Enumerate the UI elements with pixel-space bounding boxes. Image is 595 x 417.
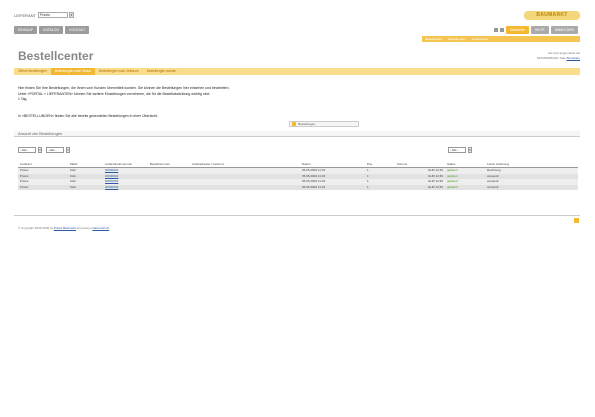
section-header: Ansicht der Bestellungen [14,131,580,137]
footer-link-datenschutz[interactable]: Datenschutz [92,226,109,230]
filter-select-1[interactable]: - Alle - [18,147,36,153]
nav-einkauf[interactable]: EINKAUF [14,25,38,34]
orders-table: Lieferant Markt Lieferscheinnummer Beste… [18,162,578,190]
bestellungen-button[interactable]: Bestellungen [289,121,359,127]
tab-offene-bestellungen[interactable]: Offene Bestellungen [14,68,51,75]
nav-katalog[interactable]: KATALOG [39,25,64,34]
sub-nav: Bestellcenter Bestellungen Lieferschein [422,36,580,42]
nav-hilfe[interactable]: HILFE [530,25,549,34]
table-cell[interactable]: 00090004 [103,184,148,190]
arrow-icon [292,122,296,126]
footer-impressum[interactable]: Impressum [77,226,92,230]
brand-logo[interactable]: BAUMARKT [524,10,580,20]
footer-copyright: © Copyright 2003-2009 by [18,226,54,230]
nav-kontakt[interactable]: KONTAKT [65,25,90,34]
top-arrow-icon[interactable] [574,218,579,223]
top-bar: LIEFERANT Praxis ▾ BAUMARKT [14,10,580,20]
help-icon[interactable] [500,27,505,32]
table-cell: Köln [68,184,103,190]
print-icon[interactable] [494,27,499,32]
page-title: Bestellcenter [18,49,94,63]
subnav-bestellungen[interactable]: Bestellungen [445,36,468,42]
lieferant-label: LIEFERANT [14,12,37,18]
chevron-down-icon[interactable]: ▾ [38,147,42,153]
chevron-down-icon[interactable]: ▾ [69,12,75,18]
user-meta-line2: MUSTERMANN, Max [536,56,566,60]
table-cell: EUR 12,50 [395,184,445,190]
filters-right: - Alle - ▾ [448,147,476,153]
subnav-bestellcenter[interactable]: Bestellcenter [422,36,445,42]
subnav-lieferschein[interactable]: Lieferschein [469,36,491,42]
table-cell: versandt [485,184,578,190]
chevron-down-icon[interactable]: ▾ [66,147,70,153]
tab-strip: Offene Bestellungen Bestellungen nach St… [14,68,580,75]
footer-divider [14,215,580,216]
logout-link[interactable]: Abmelden [566,56,580,60]
chevron-down-icon[interactable]: ▾ [468,147,472,153]
main-nav: EINKAUF KATALOG KONTAKT Startseite HILFE… [14,24,580,35]
section-title: Ansicht der Bestellungen [18,131,63,136]
table-cell: geliefert [445,184,485,190]
tab-bestellungen-suchen[interactable]: Bestellungen suchen [143,68,181,75]
footer: © Copyright 2003-2009 by Praxis Baumarkt… [18,226,109,230]
table-cell [148,184,190,190]
filter-select-2[interactable]: - Alle - [46,147,64,153]
nav-abmelden[interactable]: ABMELDEN [550,25,578,34]
user-meta: Sie sind angemeldet als MUSTERMANN, Max … [537,51,580,61]
tab-bestellungen-zeitraum[interactable]: Bestellungen nach Zeitraum [95,68,143,75]
footer-link-company[interactable]: Praxis Baumarkt [54,226,76,230]
table-cell: Praxis [18,184,68,190]
info-text: Hier finden Sie Ihre Bestellungen, die I… [18,86,438,103]
tab-bestellungen-status[interactable]: Bestellungen nach Status [50,68,95,75]
lieferant-select[interactable]: Praxis [38,12,69,18]
bestellungen-button-label: Bestellungen [298,122,316,126]
nav-startseite[interactable]: Startseite [506,25,529,34]
table-cell: 1 [365,184,395,190]
filters-left: - Alle - ▾ - Alle - ▾ [18,147,74,153]
table-row[interactable]: Praxis Köln 00090004 05.05.2009 11:33 1 EUR 1… [18,184,578,190]
info-line4: In »BESTELLUNGEN« finden Sie alle bereit… [18,114,158,118]
table-cell: 05.05.2009 11:33 [300,184,365,190]
table-cell [190,184,300,190]
info-line3: 1 Tag [18,97,27,101]
filter-select-3[interactable]: - Alle - [448,147,466,153]
